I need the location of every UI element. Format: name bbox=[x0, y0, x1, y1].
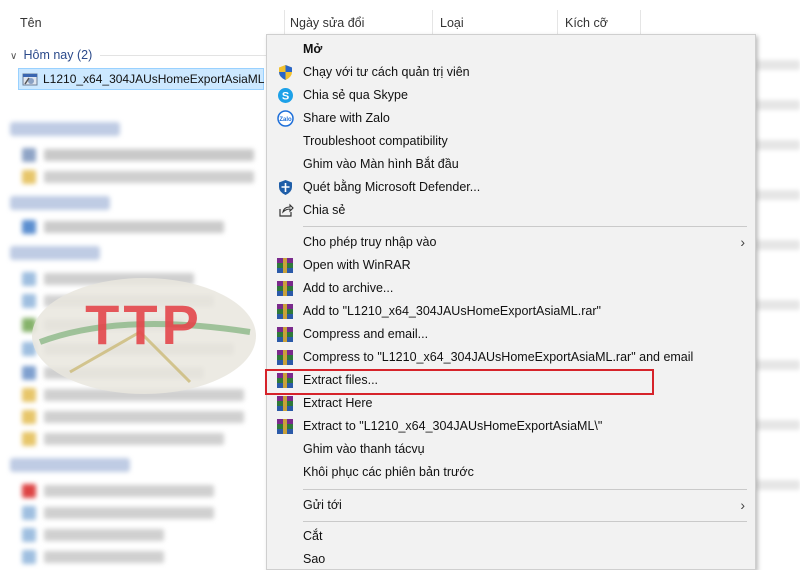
context-menu: Mở Chạy với tư cách quản trị viên S Chia… bbox=[266, 34, 756, 570]
menu-item-add-to-rar[interactable]: Add to "L1210_x64_304JAUsHomeExportAsiaM… bbox=[267, 300, 755, 323]
winrar-icon bbox=[277, 327, 293, 342]
selected-file-name: L1210_x64_304JAUsHomeExportAsiaML bbox=[43, 72, 265, 86]
menu-item-give-access[interactable]: Cho phép truy nhập vào › bbox=[267, 231, 755, 254]
menu-item-label: Troubleshoot compatibility bbox=[303, 134, 448, 148]
menu-item-label: Mở bbox=[303, 42, 323, 56]
menu-item-compress-to-rar-and-email[interactable]: Compress to "L1210_x64_304JAUsHomeExport… bbox=[267, 346, 755, 369]
menu-item-pin-to-start[interactable]: Ghim vào Màn hình Bắt đầu bbox=[267, 153, 755, 176]
defender-icon bbox=[279, 180, 292, 195]
menu-item-label: Add to "L1210_x64_304JAUsHomeExportAsiaM… bbox=[303, 304, 601, 318]
menu-item-label: Khôi phục các phiên bản trước bbox=[303, 465, 474, 479]
menu-item-label: Chia sẻ bbox=[303, 203, 346, 217]
menu-item-label: Compress and email... bbox=[303, 327, 429, 341]
menu-item-share[interactable]: Chia sẻ bbox=[267, 199, 755, 222]
menu-item-compress-and-email[interactable]: Compress and email... bbox=[267, 323, 755, 346]
selected-file-row[interactable]: L1210_x64_304JAUsHomeExportAsiaML bbox=[18, 68, 264, 90]
zalo-icon: Zalo bbox=[277, 110, 294, 127]
submenu-arrow-icon: › bbox=[740, 234, 745, 250]
menu-separator bbox=[303, 226, 747, 227]
menu-item-troubleshoot[interactable]: Troubleshoot compatibility bbox=[267, 130, 755, 153]
menu-item-label: Sao bbox=[303, 552, 326, 566]
menu-item-label: Cắt bbox=[303, 529, 323, 543]
column-divider[interactable] bbox=[640, 10, 641, 36]
menu-separator bbox=[303, 521, 747, 522]
menu-item-open[interactable]: Mở bbox=[267, 38, 755, 61]
winrar-icon bbox=[277, 350, 293, 365]
menu-item-label: Add to archive... bbox=[303, 281, 394, 295]
menu-item-label: Chạy với tư cách quản trị viên bbox=[303, 65, 470, 79]
menu-item-scan-defender[interactable]: Quét bằng Microsoft Defender... bbox=[267, 176, 755, 199]
menu-separator bbox=[303, 489, 747, 490]
menu-item-restore-previous-versions[interactable]: Khôi phục các phiên bản trước bbox=[267, 461, 755, 484]
winrar-icon bbox=[277, 304, 293, 319]
menu-item-open-with-winrar[interactable]: Open with WinRAR bbox=[267, 254, 755, 277]
submenu-arrow-icon: › bbox=[740, 497, 745, 513]
menu-item-label: Share with Zalo bbox=[303, 111, 390, 125]
menu-item-label: Gửi tới bbox=[303, 498, 342, 512]
menu-item-label: Chia sẻ qua Skype bbox=[303, 88, 408, 102]
extract-files-highlight-box bbox=[265, 369, 654, 395]
winrar-icon bbox=[277, 419, 293, 434]
svg-text:Zalo: Zalo bbox=[279, 117, 292, 123]
menu-item-run-as-admin[interactable]: Chạy với tư cách quản trị viên bbox=[267, 61, 755, 84]
share-icon bbox=[279, 203, 294, 217]
group-header-label: Hôm nay (2) bbox=[23, 48, 93, 62]
column-divider[interactable] bbox=[284, 10, 285, 36]
menu-item-share-zalo[interactable]: Zalo Share with Zalo bbox=[267, 107, 755, 130]
blurred-side-content bbox=[756, 60, 800, 570]
menu-item-cut[interactable]: Cắt bbox=[267, 525, 755, 548]
column-divider[interactable] bbox=[557, 10, 558, 36]
menu-item-send-to[interactable]: Gửi tới › bbox=[267, 494, 755, 517]
winrar-icon bbox=[277, 258, 293, 273]
uac-shield-icon bbox=[279, 65, 292, 80]
group-header-today[interactable]: ∨ Hôm nay (2) bbox=[10, 46, 92, 64]
menu-item-label: Ghim vào thanh tácvụ bbox=[303, 442, 425, 456]
skype-icon: S bbox=[278, 88, 293, 103]
menu-item-label: Cho phép truy nhập vào bbox=[303, 235, 437, 249]
menu-item-extract-to-folder[interactable]: Extract to "L1210_x64_304JAUsHomeExportA… bbox=[267, 415, 755, 438]
menu-item-label: Extract to "L1210_x64_304JAUsHomeExportA… bbox=[303, 419, 603, 433]
group-divider bbox=[100, 55, 270, 56]
menu-item-label: Open with WinRAR bbox=[303, 258, 411, 272]
setup-file-icon bbox=[22, 73, 38, 86]
menu-item-label: Compress to "L1210_x64_304JAUsHomeExport… bbox=[303, 350, 694, 364]
ttp-watermark-logo: TTP bbox=[32, 278, 256, 394]
column-header-name[interactable]: Tên bbox=[20, 0, 42, 46]
chevron-down-icon: ∨ bbox=[10, 51, 18, 62]
menu-item-share-skype[interactable]: S Chia sẻ qua Skype bbox=[267, 84, 755, 107]
menu-item-label: Ghim vào Màn hình Bắt đầu bbox=[303, 157, 459, 171]
svg-text:S: S bbox=[282, 91, 289, 103]
menu-item-label: Quét bằng Microsoft Defender... bbox=[303, 180, 481, 194]
winrar-icon bbox=[277, 281, 293, 296]
menu-item-extract-here[interactable]: Extract Here bbox=[267, 392, 755, 415]
column-divider[interactable] bbox=[432, 10, 433, 36]
menu-item-copy[interactable]: Sao bbox=[267, 548, 755, 570]
menu-item-pin-to-taskbar[interactable]: Ghim vào thanh tácvụ bbox=[267, 438, 755, 461]
watermark-text: TTP bbox=[85, 293, 203, 356]
menu-item-add-to-archive[interactable]: Add to archive... bbox=[267, 277, 755, 300]
menu-item-label: Extract Here bbox=[303, 396, 373, 410]
winrar-icon bbox=[277, 396, 293, 411]
